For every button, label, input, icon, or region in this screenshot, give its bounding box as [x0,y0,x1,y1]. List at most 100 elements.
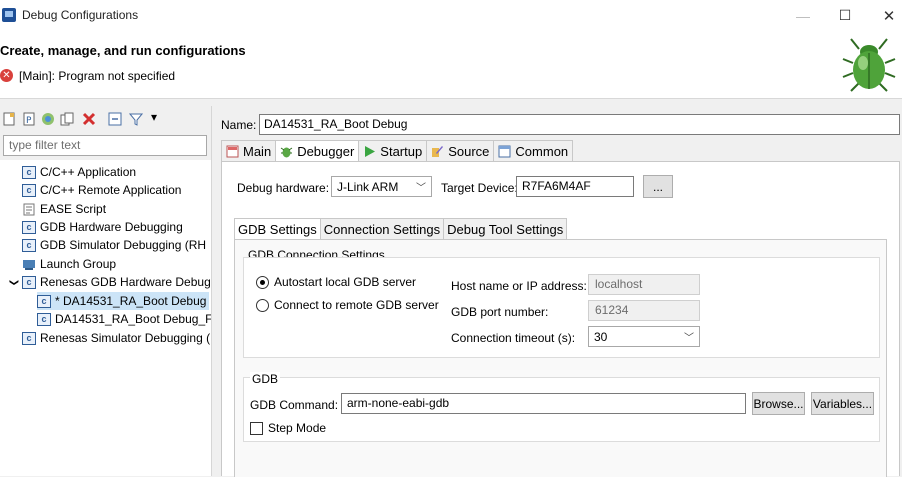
step-mode-checkbox[interactable] [250,422,263,435]
tab-debug-tool-settings[interactable]: Debug Tool Settings [443,218,568,240]
tab-common[interactable]: Common [493,140,574,162]
gdb-group: GDB GDB Command: arm-none-eabi-gdb Brows… [243,372,880,442]
minimize-button[interactable]: — [780,0,826,31]
tree-item-gdb-simulator-debugging[interactable]: c GDB Simulator Debugging (RH [22,236,206,254]
tree-item-label: * DA14531_RA_Boot Debug [55,294,207,308]
c-config-icon: c [22,331,36,345]
tree-item-label: C/C++ Application [40,165,137,179]
svg-text:P: P [26,116,32,126]
name-label: Name: [221,118,257,132]
gdb-settings-content: GDB Connection Settings Autostart local … [234,239,887,477]
port-label: GDB port number: [451,305,549,319]
header-title: Create, manage, and run configurations [0,43,246,58]
maximize-button[interactable]: ☐ [822,0,868,31]
tree-item-da14531-boot-debug-f[interactable]: c DA14531_RA_Boot Debug_F [37,310,211,328]
export-configuration-icon[interactable] [41,112,55,126]
filter-icon[interactable] [129,112,143,126]
tab-startup[interactable]: Startup [358,140,427,162]
gdb-command-input[interactable]: arm-none-eabi-gdb [341,393,746,414]
error-icon: ✕ [0,69,13,82]
tree-item-label: C/C++ Remote Application [40,183,182,197]
debugger-sub-tabs: GDB Settings Connection Settings Debug T… [234,218,568,240]
tree-item-renesas-simulator-debugging[interactable]: c Renesas Simulator Debugging ( [22,329,210,347]
tree-item-gdb-hardware-debugging[interactable]: c GDB Hardware Debugging [22,218,183,236]
tab-gdb-settings[interactable]: GDB Settings [234,218,320,240]
launch-group-icon [23,259,35,270]
gdb-group-label: GDB [250,372,281,386]
tab-label: Debugger [297,143,355,159]
gdb-connection-group: Autostart local GDB server Connect to re… [243,257,880,358]
collapse-all-icon[interactable] [108,112,122,126]
autostart-label: Autostart local GDB server [274,275,417,289]
tree-item-label: DA14531_RA_Boot Debug_F [55,312,211,326]
tree-item-label: EASE Script [40,202,107,216]
tab-debugger[interactable]: Debugger [275,140,359,162]
tab-connection-settings[interactable]: Connection Settings [319,218,444,240]
dialog-header: Create, manage, and run configurations ✕… [0,31,902,99]
filter-input[interactable]: type filter text [3,135,207,156]
source-tab-icon [432,145,444,157]
configuration-tabs: Main Debugger Startup Source Common [221,140,574,162]
tab-label: Startup [380,143,423,159]
app-icon [2,8,16,22]
common-tab-icon [498,145,511,157]
chevron-down-icon: ﹀ [416,183,426,194]
tree-item-cpp-remote-application[interactable]: c C/C++ Remote Application [22,181,181,199]
port-input[interactable]: 61234 [588,300,700,321]
window-title-bar: Debug Configurations — ☐ ✕ [0,0,902,31]
timeout-select[interactable]: 30 ﹀ [588,326,700,347]
autostart-radio[interactable] [256,276,269,289]
configuration-name-input[interactable]: DA14531_RA_Boot Debug [259,114,900,135]
browse-button[interactable]: Browse... [752,392,805,415]
c-config-icon: c [37,312,51,326]
c-config-icon: c [22,238,36,252]
host-input[interactable]: localhost [588,274,700,295]
panel-splitter[interactable] [211,106,215,476]
c-config-icon: c [22,165,36,179]
target-device-input[interactable]: R7FA6M4AF [516,176,634,197]
remote-gdb-label: Connect to remote GDB server [274,298,439,312]
startup-tab-icon [365,145,376,157]
debug-hardware-select[interactable]: J-Link ARM ﹀ [331,176,432,197]
debugger-tab-icon [280,147,293,157]
tree-item-label: Launch Group [40,257,117,271]
window-title: Debug Configurations [22,8,139,22]
tree-item-da14531-boot-debug[interactable]: c * DA14531_RA_Boot Debug [37,292,210,310]
script-icon [23,203,35,215]
c-config-icon: c [22,183,36,197]
close-button[interactable]: ✕ [866,0,902,31]
target-device-label: Target Device: [441,181,518,195]
variables-button[interactable]: Variables... [811,392,874,415]
main-tab-icon [226,145,239,157]
tree-item-label: Renesas Simulator Debugging ( [40,331,211,345]
timeout-value: 30 [594,329,608,344]
tab-source[interactable]: Source [426,140,494,162]
debug-hardware-label: Debug hardware: [237,181,330,195]
step-mode-label: Step Mode [268,421,327,435]
tab-main[interactable]: Main [221,140,276,162]
view-menu-chevron-icon[interactable]: ▾ [151,110,157,124]
tree-item-cpp-application[interactable]: c C/C++ Application [22,163,136,181]
tree-item-renesas-gdb-hardware-debugging[interactable]: ❯ c Renesas GDB Hardware Debugg [6,273,212,291]
tree-item-ease-script[interactable]: EASE Script [22,200,106,218]
debug-hardware-value: J-Link ARM [337,179,399,194]
duplicate-configuration-icon[interactable] [60,112,74,126]
expand-chevron-icon[interactable]: ❯ [9,274,20,290]
tree-item-label: GDB Hardware Debugging [40,220,183,234]
new-prototype-icon[interactable]: P [22,112,36,126]
tab-label: Common [515,143,569,159]
new-configuration-icon[interactable] [2,112,16,126]
delete-configuration-icon[interactable] [82,112,96,126]
tree-item-launch-group[interactable]: Launch Group [22,255,116,273]
host-label: Host name or IP address: [451,279,587,293]
tree-item-label: GDB Simulator Debugging (RH [40,238,207,252]
remote-gdb-radio[interactable] [256,299,269,312]
tab-label: Main [243,143,272,159]
c-config-icon: c [22,220,36,234]
browse-target-device-button[interactable]: ... [643,175,673,198]
tab-label: Source [448,143,490,159]
timeout-label: Connection timeout (s): [451,331,576,345]
header-error-message: [Main]: Program not specified [19,69,176,83]
chevron-down-icon: ﹀ [684,333,694,344]
gdb-command-label: GDB Command: [250,398,339,412]
